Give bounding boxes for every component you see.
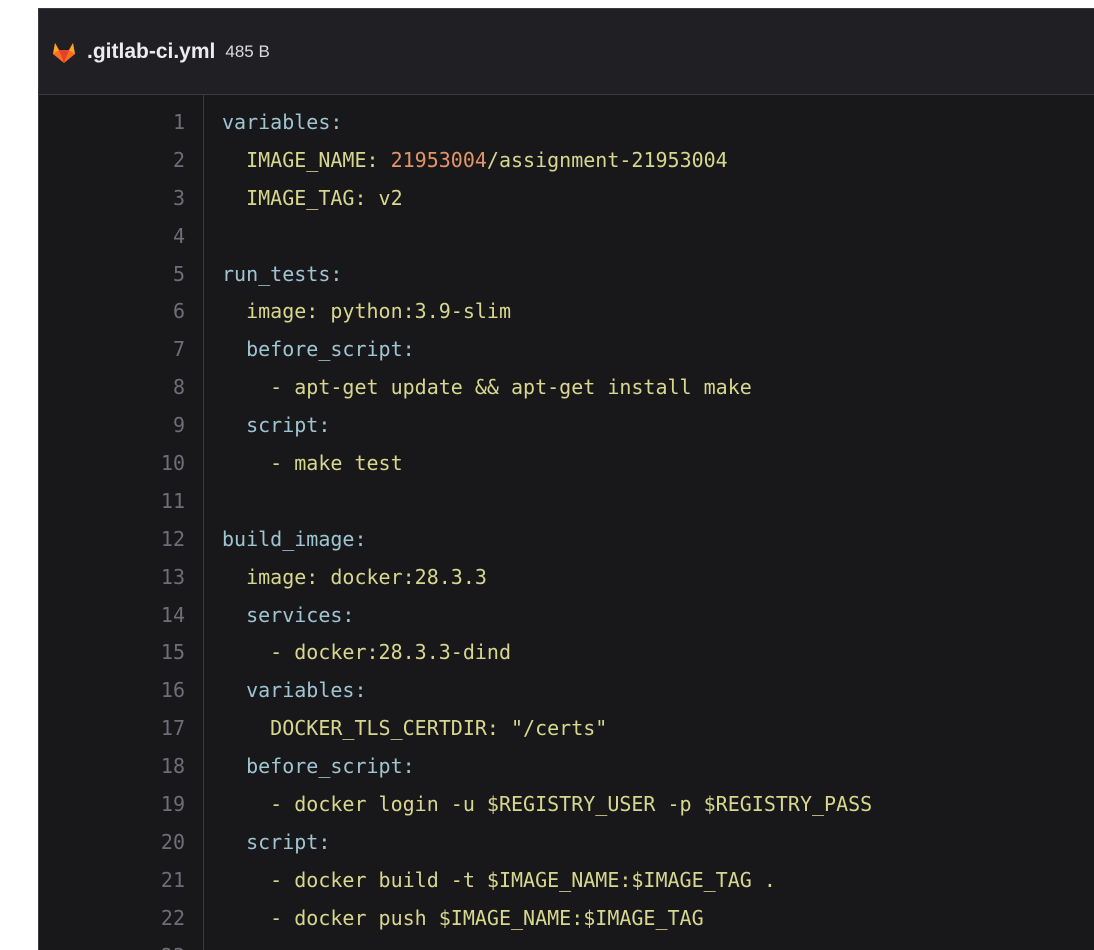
line-number[interactable]: 20 <box>39 830 185 854</box>
code-line: 2 IMAGE_NAME: 21953004/assignment-219530… <box>39 141 1094 179</box>
line-number[interactable]: 15 <box>39 640 185 664</box>
code-token: IMAGE_TAG: v2 <box>222 185 403 210</box>
line-number[interactable]: 10 <box>39 451 185 475</box>
line-code: IMAGE_TAG: v2 <box>185 186 403 210</box>
gitlab-tanuki-icon <box>51 39 77 65</box>
line-code: variables: <box>185 110 342 134</box>
code-line: 18 before_script: <box>39 747 1094 785</box>
line-number[interactable]: 14 <box>39 603 185 627</box>
line-code: image: docker:28.3.3 <box>185 565 487 589</box>
code-line: 11 <box>39 482 1094 520</box>
code-line: 16 variables: <box>39 671 1094 709</box>
file-viewer: .gitlab-ci.yml 485 B 1 variables: 2 IMAGE_… <box>38 8 1094 950</box>
code-line: 6 image: python:3.9-slim <box>39 292 1094 330</box>
line-number[interactable]: 22 <box>39 906 185 930</box>
code-line: 1 variables: <box>39 103 1094 141</box>
code-line: 14 services: <box>39 596 1094 634</box>
line-number[interactable]: 3 <box>39 186 185 210</box>
code-line: 19 - docker login -u $REGISTRY_USER -p $… <box>39 785 1094 823</box>
line-number[interactable]: 16 <box>39 678 185 702</box>
line-code: - docker build -t $IMAGE_NAME:$IMAGE_TAG… <box>185 868 776 892</box>
line-code: - docker push $IMAGE_NAME:$IMAGE_TAG <box>185 905 704 930</box>
code-token: - make test <box>222 450 403 475</box>
line-number[interactable]: 6 <box>39 299 185 323</box>
line-code: before_script: <box>185 337 415 361</box>
line-number[interactable]: 18 <box>39 754 185 778</box>
line-code: run_tests: <box>185 262 342 286</box>
line-number[interactable]: 1 <box>39 110 185 134</box>
code-block: 1 variables: 2 IMAGE_NAME: 21953004/assign… <box>39 95 1094 950</box>
code-token: services: <box>222 602 355 627</box>
code-line: 3 IMAGE_TAG: v2 <box>39 179 1094 217</box>
code-token: variables: <box>222 678 367 703</box>
code-line: 8 - apt-get update && apt-get install ma… <box>39 368 1094 406</box>
code-token: before_script: <box>222 754 415 779</box>
line-number[interactable]: 7 <box>39 337 185 361</box>
line-code: variables: <box>185 678 367 703</box>
line-code: script: <box>185 830 330 854</box>
line-number[interactable]: 4 <box>39 224 185 248</box>
line-code: services: <box>185 603 354 627</box>
code-token: 21953004 <box>390 147 487 172</box>
line-number[interactable]: 13 <box>39 565 185 589</box>
line-number[interactable]: 21 <box>39 868 185 892</box>
code-line: 17 DOCKER_TLS_CERTDIR: "/certs" <box>39 709 1094 747</box>
code-token: /assignment-21953004 <box>486 147 728 172</box>
code-token: build_image: <box>222 526 367 551</box>
code-token: - apt-get update && apt-get install make <box>222 375 752 400</box>
code-line: 23 <box>39 937 1094 950</box>
code-token: - docker login -u $REGISTRY_USER -p $REG… <box>222 791 873 816</box>
code-token: script: <box>222 413 331 438</box>
line-code: build_image: <box>185 527 367 551</box>
code-token: image: python:3.9-slim <box>222 299 511 324</box>
file-size: 485 B <box>225 41 270 61</box>
line-code: image: python:3.9-slim <box>185 299 511 323</box>
line-code: - docker:28.3.3-dind <box>185 640 511 664</box>
line-number[interactable]: 8 <box>39 375 185 399</box>
line-number[interactable]: 2 <box>39 148 185 172</box>
code-line: 20 script: <box>39 823 1094 861</box>
code-token: variables: <box>222 109 343 134</box>
code-line: 9 script: <box>39 406 1094 444</box>
line-code: - docker login -u $REGISTRY_USER -p $REG… <box>185 792 872 816</box>
code-line: 12 build_image: <box>39 520 1094 558</box>
code-line: 15 - docker:28.3.3-dind <box>39 633 1094 671</box>
code-token: IMAGE_NAME: <box>222 147 391 172</box>
line-number[interactable]: 19 <box>39 792 185 816</box>
line-code: DOCKER_TLS_CERTDIR: "/certs" <box>185 716 607 740</box>
code-token: before_script: <box>222 337 415 362</box>
code-line: 22 - docker push $IMAGE_NAME:$IMAGE_TAG <box>39 899 1094 937</box>
code-token: - docker:28.3.3-dind <box>222 640 511 665</box>
code-line: 10 - make test <box>39 444 1094 482</box>
code-line: 13 image: docker:28.3.3 <box>39 558 1094 596</box>
line-code: IMAGE_NAME: 21953004/assignment-21953004 <box>185 148 728 172</box>
code-line: 4 <box>39 217 1094 255</box>
code-token: - docker push $IMAGE_NAME:$IMAGE_TAG <box>222 905 704 930</box>
line-code: script: <box>185 413 330 437</box>
code-token: - docker build -t $IMAGE_NAME:$IMAGE_TAG… <box>222 867 776 892</box>
line-code: before_script: <box>185 754 415 778</box>
line-number[interactable]: 5 <box>39 262 185 286</box>
line-number[interactable]: 9 <box>39 413 185 437</box>
line-number[interactable]: 12 <box>39 527 185 551</box>
code-line: 5 run_tests: <box>39 255 1094 293</box>
code-token: script: <box>222 829 331 854</box>
code-token: run_tests: <box>222 261 343 286</box>
code-line: 7 before_script: <box>39 330 1094 368</box>
line-number[interactable]: 11 <box>39 489 185 513</box>
file-name[interactable]: .gitlab-ci.yml <box>87 40 215 64</box>
line-code: - apt-get update && apt-get install make <box>185 375 752 399</box>
gutter-divider <box>203 95 204 950</box>
code-line: 21 - docker build -t $IMAGE_NAME:$IMAGE_… <box>39 861 1094 899</box>
line-code: - make test <box>185 450 403 475</box>
code-token: DOCKER_TLS_CERTDIR: "/certs" <box>222 716 608 741</box>
code-token: image: docker:28.3.3 <box>222 564 487 589</box>
file-header: .gitlab-ci.yml 485 B <box>39 9 1094 95</box>
line-number[interactable]: 23 <box>39 944 185 950</box>
line-number[interactable]: 17 <box>39 716 185 740</box>
